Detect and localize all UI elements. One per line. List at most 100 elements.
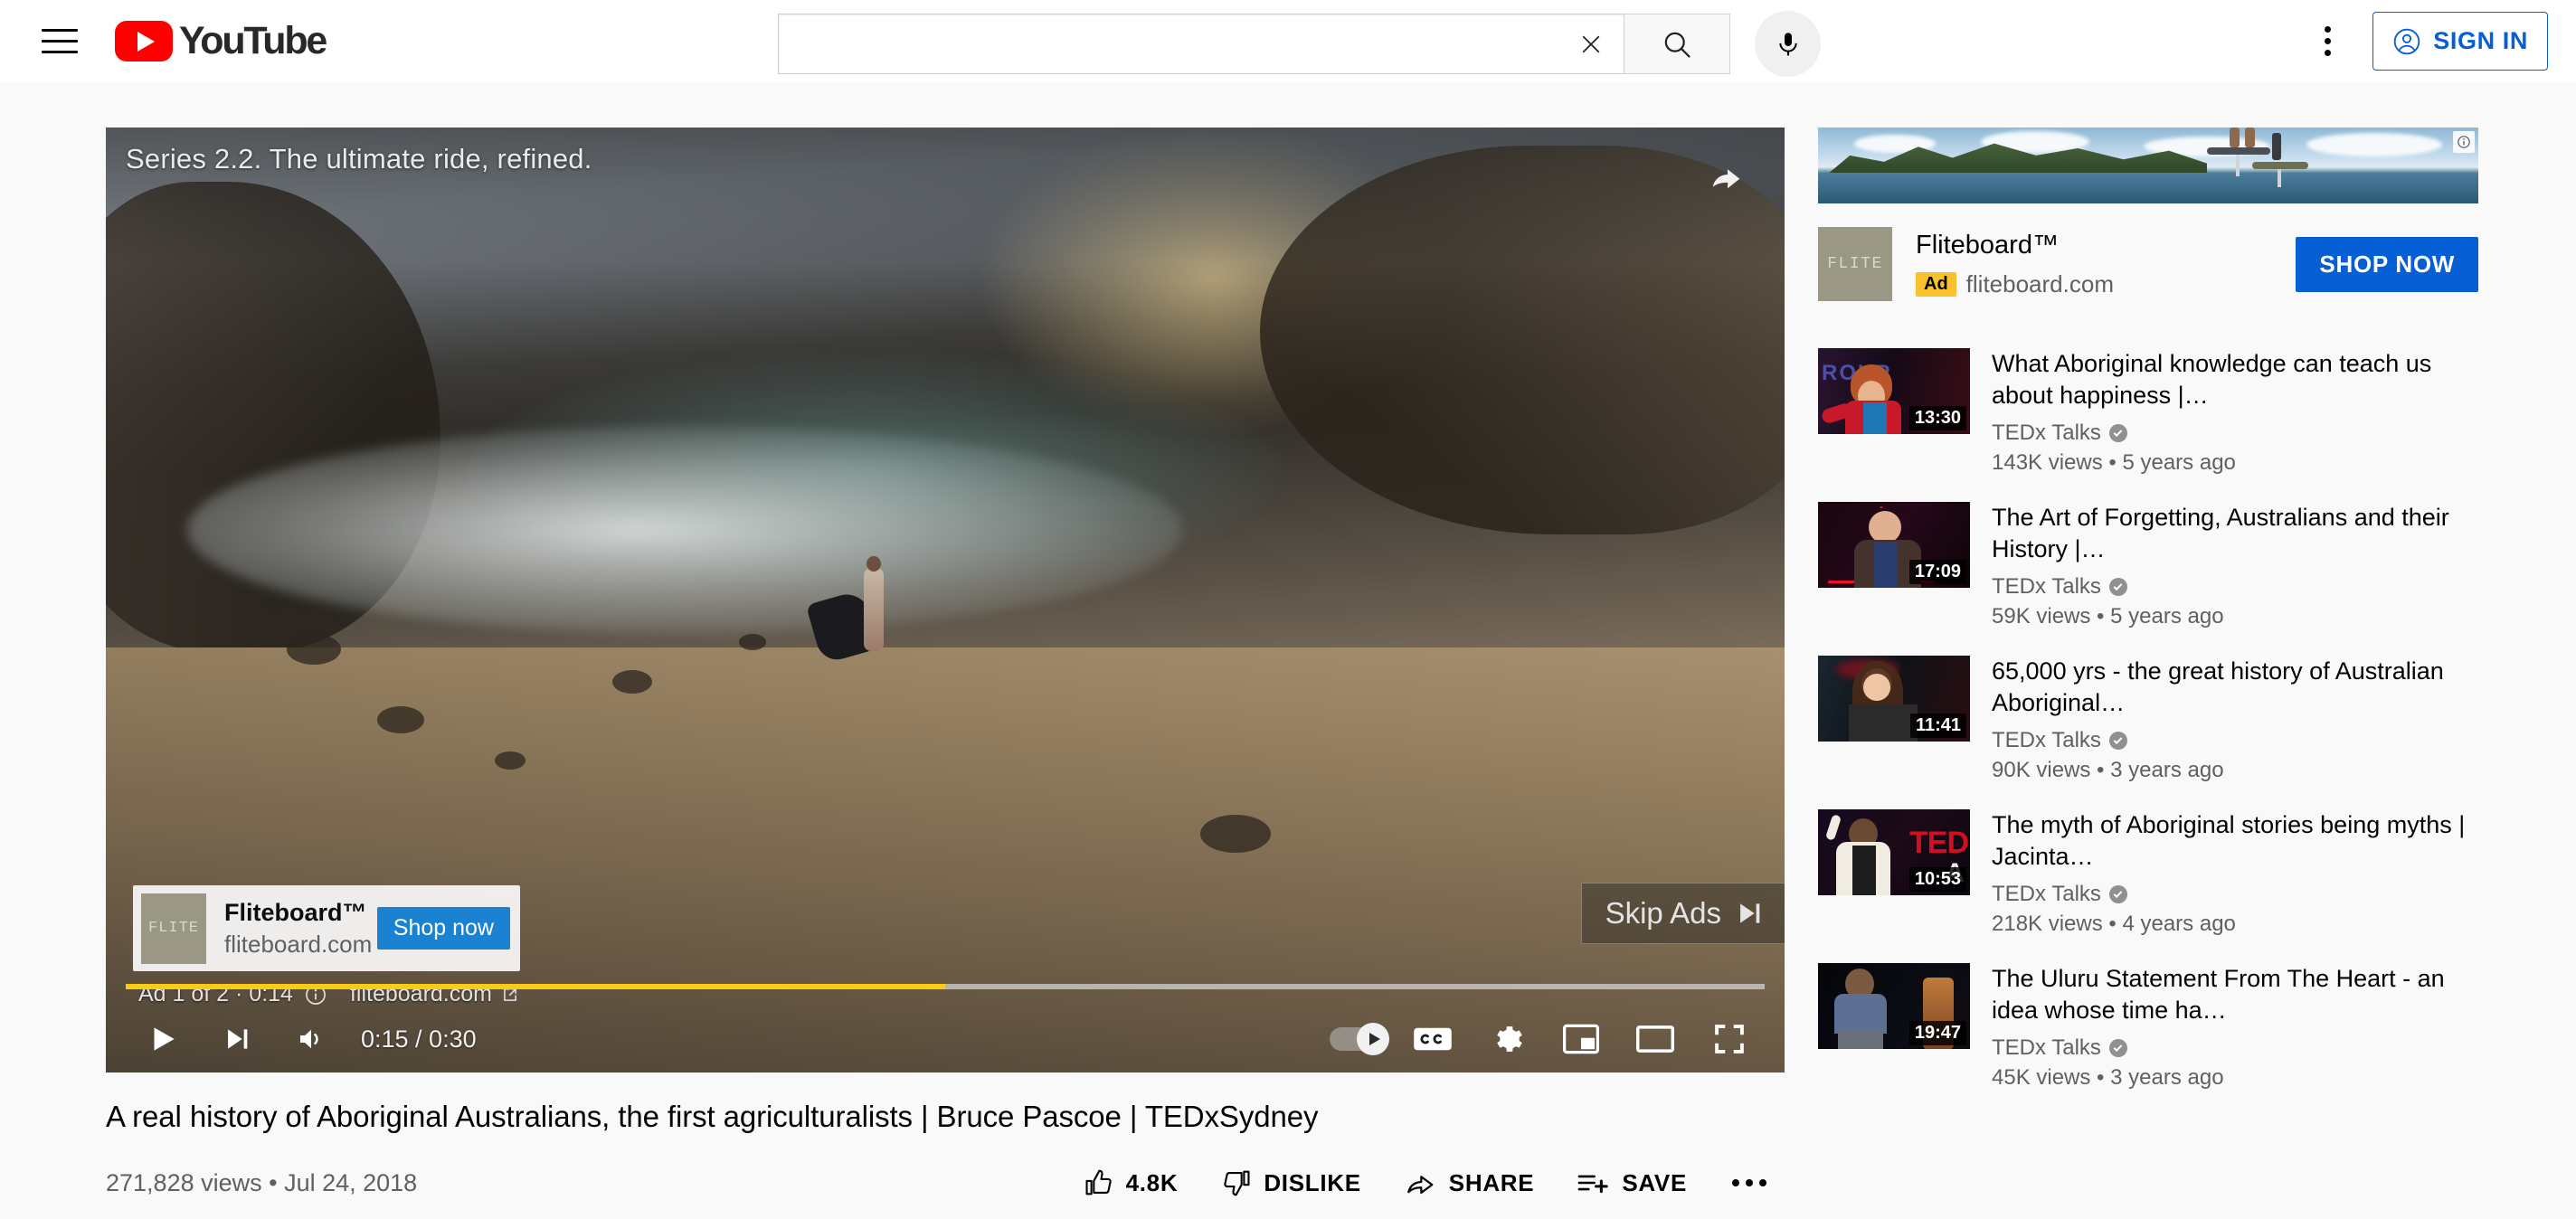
search-box[interactable] — [778, 14, 1624, 74]
list-item[interactable]: 17:09 The Art of Forgetting, Australians… — [1818, 502, 2478, 629]
next-video-button[interactable] — [200, 1011, 274, 1067]
player-controls-bar: 0:15 / 0:30 — [106, 978, 1785, 1073]
video-thumbnail[interactable]: 17:09 — [1818, 502, 1970, 589]
ad-advertiser-logo: FLITE — [141, 893, 206, 964]
skip-ads-button[interactable]: Skip Ads — [1580, 883, 1785, 944]
video-metadata: 218K views • 4 years ago — [1992, 912, 2236, 937]
list-item[interactable]: ROUP 13:30 What Aboriginal knowledge can… — [1818, 348, 2478, 476]
hamburger-icon — [41, 29, 78, 53]
banner-cloud — [2306, 133, 2442, 156]
guide-menu-button[interactable] — [26, 8, 92, 74]
header-right-actions: SIGN IN — [2295, 0, 2576, 82]
channel-name: TEDx Talks — [1992, 1035, 2101, 1061]
verified-badge-icon — [2108, 885, 2127, 904]
account-circle-icon — [2394, 28, 2420, 54]
banner-foilboard — [2252, 162, 2308, 169]
sidebar-ad-body[interactable]: FLITE Fliteboard™ Ad fliteboard.com SHOP… — [1818, 227, 2478, 301]
more-vertical-icon — [2325, 26, 2332, 33]
microphone-icon — [1778, 32, 1797, 55]
ad-shop-now-button[interactable]: Shop now — [376, 907, 510, 950]
volume-button[interactable] — [274, 1011, 348, 1067]
theater-mode-icon — [1636, 1025, 1674, 1053]
list-item[interactable]: 19:47 The Uluru Statement From The Heart… — [1818, 963, 2478, 1091]
save-button[interactable]: SAVE — [1556, 1159, 1709, 1206]
progress-bar-fill — [126, 984, 945, 989]
video-details: 65,000 yrs - the great history of Austra… — [1992, 656, 2478, 783]
video-thumbnail[interactable]: TED A 10:53 — [1818, 809, 1970, 896]
ad-badge: Ad — [1916, 271, 1956, 297]
ad-advertiser-url: fliteboard.com — [224, 930, 373, 958]
list-item[interactable]: TED A 10:53 The myth of Aboriginal stori… — [1818, 809, 2478, 937]
scene-pebble — [612, 670, 652, 694]
autoplay-toggle[interactable] — [1320, 1011, 1396, 1067]
sidebar-ad-subline: Ad fliteboard.com — [1916, 270, 2296, 298]
video-thumbnail[interactable]: 19:47 — [1818, 963, 1970, 1050]
video-thumbnail[interactable]: 11:41 — [1818, 656, 1970, 742]
video-thumbnail[interactable]: ROUP 13:30 — [1818, 348, 1970, 434]
channel-row: TEDx Talks — [1992, 1035, 2478, 1061]
list-item[interactable]: 11:41 65,000 yrs - the great history of … — [1818, 656, 2478, 783]
banner-foil-mast — [2278, 169, 2281, 187]
skip-ads-label: Skip Ads — [1605, 896, 1721, 930]
autoplay-toggle-icon — [1330, 1023, 1389, 1055]
scene-pebble — [495, 751, 526, 770]
sidebar-ad: FLITE Fliteboard™ Ad fliteboard.com SHOP… — [1818, 128, 2478, 301]
dislike-button[interactable]: DISLIKE — [1199, 1159, 1382, 1206]
thumb-down-icon — [1224, 1170, 1250, 1196]
sign-in-label: SIGN IN — [2433, 27, 2528, 54]
channel-name: TEDx Talks — [1992, 728, 2101, 753]
gear-icon — [1497, 1026, 1522, 1052]
youtube-logo[interactable]: YouTube — [115, 19, 327, 63]
sign-in-button[interactable]: SIGN IN — [2372, 12, 2548, 71]
video-player[interactable]: Series 2.2. The ultimate ride, refined. … — [106, 128, 1785, 1073]
playlist-add-icon — [1577, 1175, 1608, 1194]
ad-companion-card[interactable]: FLITE Fliteboard™ fliteboard.com Shop no… — [133, 885, 520, 971]
sidebar-ad-domain: fliteboard.com — [1965, 269, 2114, 298]
ad-info-button[interactable] — [2453, 131, 2475, 153]
video-metadata: 90K views • 3 years ago — [1992, 758, 2224, 783]
secondary-column: FLITE Fliteboard™ Ad fliteboard.com SHOP… — [1818, 128, 2478, 1117]
settings-menu-button[interactable] — [2295, 8, 2361, 74]
video-metadata: 45K views • 3 years ago — [1992, 1065, 2224, 1091]
channel-row: TEDx Talks — [1992, 574, 2478, 600]
ad-advertiser-name: Fliteboard™ — [224, 898, 367, 926]
sidebar-ad-banner-image[interactable] — [1818, 128, 2478, 203]
next-track-icon — [228, 1029, 248, 1049]
banner-foil-mast — [2236, 155, 2240, 176]
share-button[interactable]: SHARE — [1383, 1159, 1557, 1206]
miniplayer-button[interactable] — [1544, 1011, 1618, 1067]
thumb-up-icon — [1085, 1169, 1112, 1195]
player-controls-right — [1320, 1011, 1766, 1067]
captions-button[interactable] — [1396, 1011, 1470, 1067]
sidebar-ad-shop-now-button[interactable]: SHOP NOW — [2296, 236, 2478, 292]
search-submit-button[interactable] — [1624, 14, 1730, 74]
more-actions-button[interactable] — [1714, 1159, 1785, 1206]
channel-row: TEDx Talks — [1992, 882, 2478, 907]
video-details: The myth of Aboriginal stories being myt… — [1992, 809, 2478, 937]
banner-rider — [2230, 128, 2240, 147]
video-info-section: A real history of Aboriginal Australians… — [106, 1073, 1785, 1206]
theater-mode-button[interactable] — [1618, 1011, 1692, 1067]
channel-name: TEDx Talks — [1992, 574, 2101, 600]
player-controls-left: 0:15 / 0:30 — [126, 1011, 477, 1067]
search-clear-button[interactable] — [1558, 14, 1624, 73]
dislike-label: DISLIKE — [1264, 1168, 1361, 1196]
voice-search-button[interactable] — [1755, 11, 1821, 77]
like-button[interactable]: 4.8K — [1062, 1159, 1200, 1206]
scene-pebble — [287, 634, 341, 665]
settings-button[interactable] — [1470, 1011, 1544, 1067]
ad-card-text: Fliteboard™ fliteboard.com — [224, 899, 377, 959]
volume-high-icon — [300, 1029, 318, 1049]
scene-person — [864, 568, 884, 651]
close-icon — [1582, 35, 1600, 52]
fullscreen-button[interactable] — [1692, 1011, 1766, 1067]
skip-next-icon — [1740, 903, 1760, 923]
search-input[interactable] — [779, 14, 1558, 73]
video-title: 65,000 yrs - the great history of Austra… — [1992, 657, 2444, 716]
play-button[interactable] — [126, 1011, 200, 1067]
video-title: The Art of Forgetting, Australians and t… — [1992, 504, 2449, 562]
player-share-button[interactable] — [1701, 153, 1752, 203]
progress-bar[interactable] — [126, 984, 1765, 989]
video-meta-row: 271,828 views • Jul 24, 2018 4.8K DISLIK… — [106, 1159, 1785, 1206]
youtube-play-icon — [115, 21, 173, 61]
